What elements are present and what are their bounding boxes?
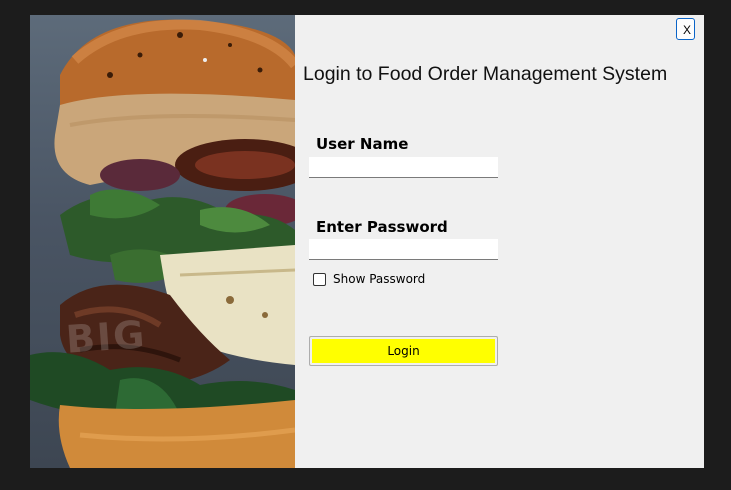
- username-input[interactable]: [309, 157, 498, 178]
- photo-watermark: BIG: [64, 312, 148, 362]
- password-input[interactable]: [309, 239, 498, 260]
- burger-photo: BIG: [30, 15, 295, 468]
- page-title: Login to Food Order Management System: [303, 63, 668, 85]
- close-icon: X: [683, 23, 692, 37]
- password-label: Enter Password: [316, 218, 448, 236]
- username-label: User Name: [316, 135, 409, 153]
- login-window: BIG X Login to Food Order Management Sys…: [30, 15, 704, 468]
- close-button[interactable]: X: [676, 18, 695, 40]
- checkbox-icon[interactable]: [313, 272, 326, 286]
- show-password-toggle[interactable]: Show Password: [313, 272, 425, 286]
- show-password-label: Show Password: [333, 272, 426, 286]
- login-button[interactable]: Login: [309, 336, 498, 366]
